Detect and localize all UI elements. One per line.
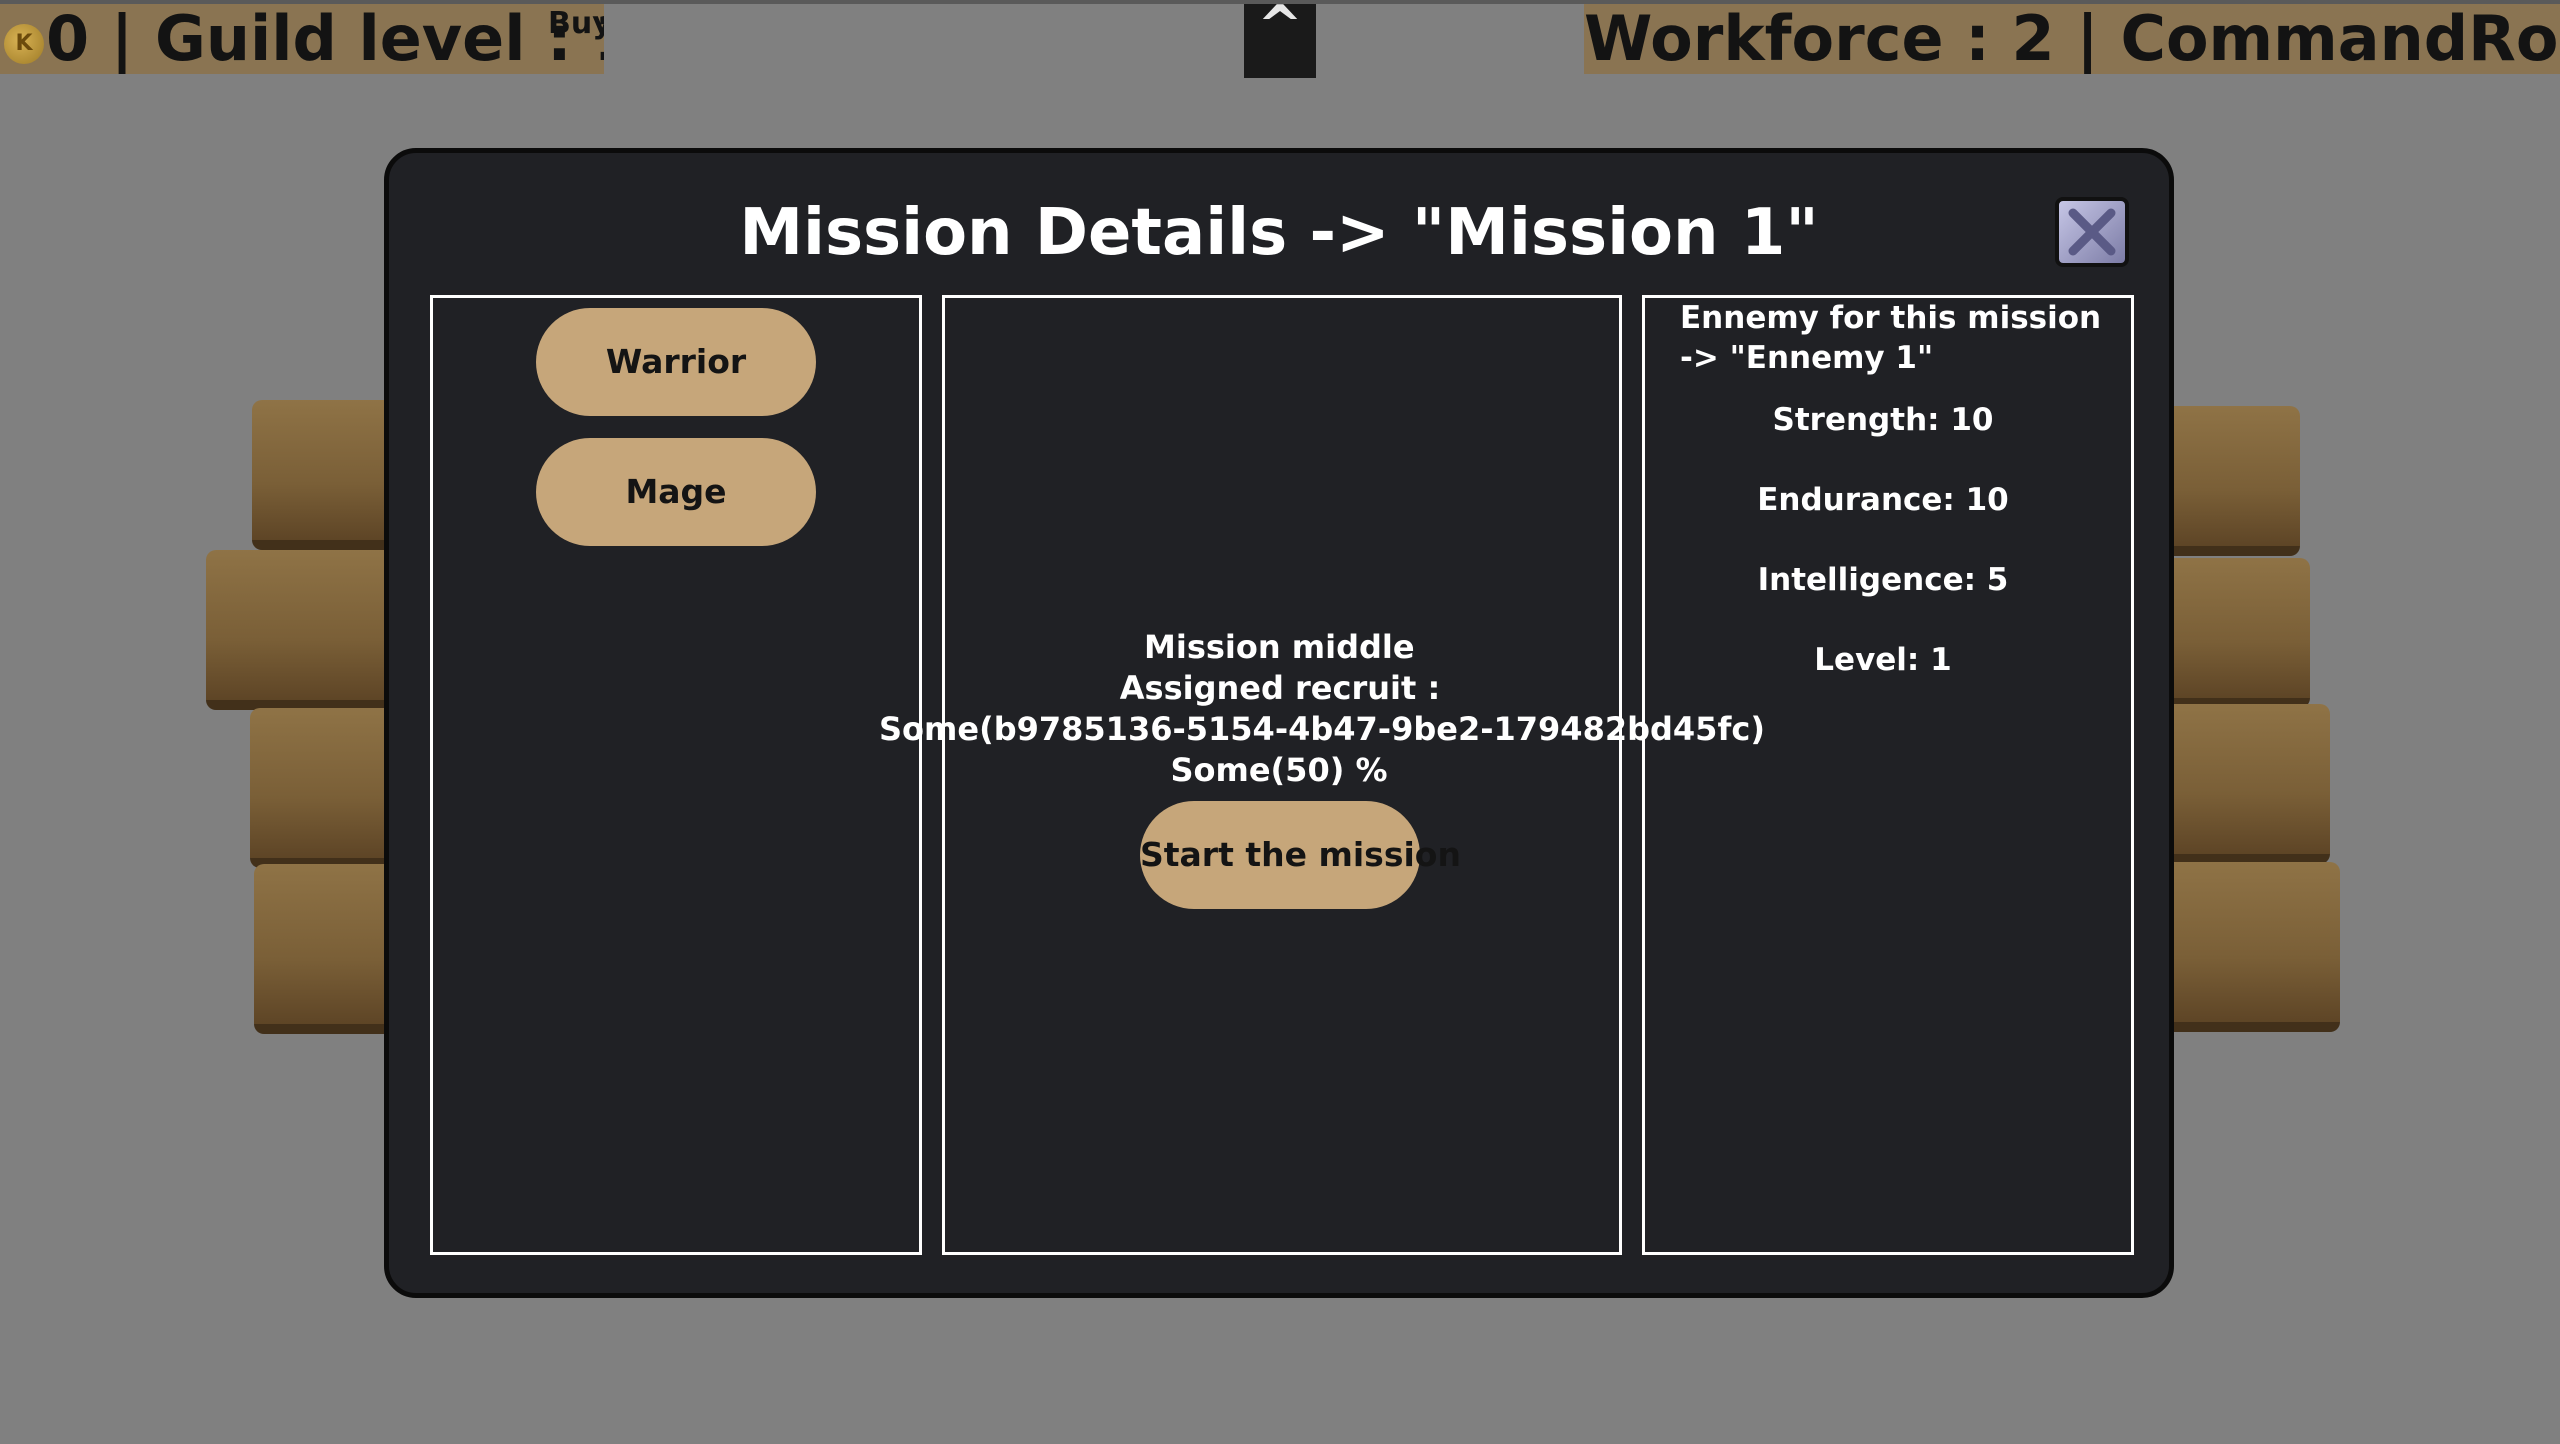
assigned-recruit-value: Some(b9785136-5154-4b47-9be2-179482bd45f… [879,710,1765,748]
enemy-stat-level: Level: 1 [1814,642,1952,678]
start-mission-button[interactable]: Start the mission [1140,801,1461,909]
close-button[interactable] [2055,197,2129,267]
coin-icon: K [4,24,44,64]
mission-middle-heading: Mission middle [1144,628,1415,666]
enemy-stat-strength: Strength: 10 [1772,402,1994,438]
wood-plank-right-2 [2150,558,2310,708]
modal-title: Mission Details -> "Mission 1" [739,196,1819,270]
enemy-stat-endurance: Endurance: 10 [1757,482,2009,518]
enemy-title: Ennemy for this mission -> "Ennemy 1" [1680,300,2102,376]
toggle-menu-button[interactable]: ^ [1244,0,1316,78]
assigned-recruit-label: Assigned recruit : [1119,669,1441,707]
recruit-mage-button[interactable]: Mage [536,438,816,546]
wood-plank-right-3 [2150,704,2330,864]
recruit-warrior-button[interactable]: Warrior [536,308,816,416]
workforce-status-bar: Workforce : 2 | CommandRoom [1584,4,2560,74]
enemy-stat-intelligence: Intelligence: 5 [1757,562,2009,598]
game-screen: K 0 | Guild level : 1 Buy ^ Workforce : … [0,0,2560,1444]
guild-status-bar: K 0 | Guild level : 1 Buy [0,4,604,74]
wood-plank-right-4 [2150,862,2340,1032]
guild-level-text: 0 | Guild level : 1 [46,4,604,74]
buy-button[interactable]: Buy [548,6,604,42]
close-icon [2068,208,2116,256]
success-percent: Some(50) % [1170,751,1388,789]
wood-plank-left-2 [206,550,406,710]
